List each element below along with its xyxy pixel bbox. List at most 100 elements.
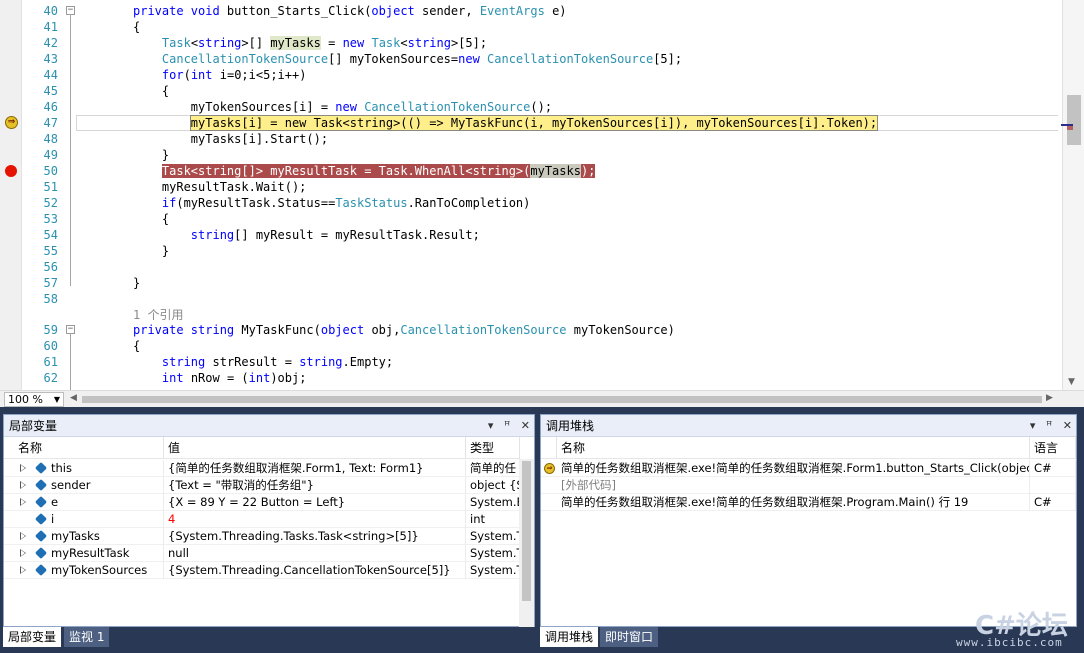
dropdown-icon[interactable]: ▾ [1030, 415, 1036, 437]
line-number: 48 [43, 132, 58, 146]
code-line[interactable]: 44 for(int i=0;i<5;i++) [22, 67, 1058, 83]
dropdown-icon[interactable]: ▾ [488, 415, 494, 437]
code-line[interactable]: 61 string strResult = string.Empty; [22, 354, 1058, 370]
zoom-select[interactable]: 100 % ▼ [4, 392, 64, 407]
tab-locals[interactable]: 局部变量 [3, 627, 62, 647]
code-line[interactable]: 54 string[] myResult = myResultTask.Resu… [22, 227, 1058, 243]
code-area[interactable]: 40− private void button_Starts_Click(obje… [22, 0, 1058, 390]
frame-name: 简单的任务数组取消框架.exe!简单的任务数组取消框架.Program.Main… [557, 494, 1030, 511]
current-statement-arrow-icon[interactable]: ⇒ [5, 116, 18, 129]
scroll-right-icon[interactable]: ▶ [1046, 393, 1053, 403]
code-token: int [190, 68, 213, 82]
pin-icon[interactable]: ꟸ [504, 415, 510, 437]
col-name[interactable]: 名称 [4, 437, 164, 459]
variable-value[interactable]: {X = 89 Y = 22 Button = Left} [164, 494, 466, 511]
code-token: myResultTask.Wait(); [133, 180, 307, 194]
locals-scrollbar[interactable] [519, 459, 534, 627]
variable-value[interactable]: null [164, 545, 466, 562]
variable-value[interactable]: 4 [164, 511, 466, 528]
line-number: 41 [43, 20, 58, 34]
code-line[interactable]: 50 Task<string[]> myResultTask = Task.Wh… [22, 163, 1058, 179]
current-frame-arrow-icon: ⇒ [544, 463, 555, 474]
locals-row[interactable]: this {简单的任务数组取消框架.Form1, Text: Form1} 简单的任 [4, 460, 520, 477]
code-line[interactable]: 43 CancellationTokenSource[] myTokenSour… [22, 51, 1058, 67]
code-line[interactable]: 53 { [22, 211, 1058, 227]
locals-row[interactable]: myTokenSources {System.Threading.Cancella… [4, 562, 520, 579]
code-text: { [133, 83, 169, 99]
code-line[interactable]: 57} [22, 275, 1058, 291]
code-token: string [299, 355, 343, 369]
variable-type: 简单的任 [466, 460, 520, 477]
tab-watch-1[interactable]: 监视 1 [64, 627, 110, 647]
code-token: nRow = ( [183, 371, 249, 385]
locals-row[interactable]: sender {Text = "带取消的任务组"} object {S [4, 477, 520, 494]
col-value[interactable]: 值 [164, 437, 466, 459]
line-number: 57 [43, 276, 58, 290]
scroll-thumb[interactable] [1067, 95, 1081, 145]
callstack-frame[interactable]: [外部代码] [541, 477, 1076, 494]
code-line[interactable]: 60 { [22, 338, 1058, 354]
variable-value[interactable]: {System.Threading.Tasks.Task<string>[5]} [164, 528, 466, 545]
code-line[interactable]: 41 { [22, 19, 1058, 35]
code-line[interactable]: 40− private void button_Starts_Click(obje… [22, 3, 1058, 19]
pin-icon[interactable]: ꟸ [1046, 415, 1052, 437]
code-token: Task [161, 36, 191, 50]
horizontal-scroll-thumb[interactable] [82, 396, 1042, 403]
col-language[interactable]: 语言 [1030, 437, 1076, 459]
code-line[interactable]: 62 int nRow = (int)obj; [22, 370, 1058, 386]
locals-row[interactable]: myTasks {System.Threading.Tasks.Task<stri… [4, 528, 520, 545]
locals-row[interactable]: myResultTask null System.T [4, 545, 520, 562]
code-token: .Empty; [342, 355, 394, 369]
code-line[interactable]: 58 [22, 291, 1058, 307]
variable-value[interactable]: {Text = "带取消的任务组"} [164, 477, 466, 494]
locals-row[interactable]: e {X = 89 Y = 22 Button = Left} System.E [4, 494, 520, 511]
editor-vertical-scrollbar[interactable]: ▼ [1061, 0, 1084, 390]
code-line[interactable]: 48 myTasks[i].Start(); [22, 131, 1058, 147]
code-line[interactable]: 55 } [22, 243, 1058, 259]
code-line[interactable]: 49 } [22, 147, 1058, 163]
callstack-frame[interactable]: ⇒ 简单的任务数组取消框架.exe!简单的任务数组取消框架.Form1.butto… [541, 460, 1076, 477]
col-name[interactable]: 名称 [557, 437, 1030, 459]
code-token: [] myTokenSources= [328, 52, 459, 66]
code-line[interactable]: 45 { [22, 83, 1058, 99]
scroll-down-icon[interactable]: ▼ [1068, 377, 1075, 387]
close-icon[interactable]: ✕ [521, 415, 530, 437]
code-line[interactable]: 1 个引用 [22, 307, 1058, 323]
code-line[interactable]: 56 [22, 259, 1058, 275]
locals-title-text: 局部变量 [9, 419, 58, 433]
code-token: int [248, 371, 271, 385]
tab-callstack[interactable]: 调用堆栈 [540, 627, 599, 647]
scroll-thumb[interactable] [522, 461, 531, 601]
code-token: CancellationTokenSource [400, 323, 567, 337]
variable-value[interactable]: {System.Threading.CancellationTokenSourc… [164, 562, 466, 579]
code-line[interactable]: 42 Task<string>[] myTasks = new Task<str… [22, 35, 1058, 51]
line-number: 51 [43, 180, 58, 194]
code-line[interactable]: 47 myTasks[i] = new Task<string>(() => M… [22, 115, 1058, 131]
code-token: myTokenSources[i] = [133, 100, 336, 114]
code-text: string strResult = string.Empty; [133, 354, 393, 370]
locals-row[interactable]: i 4 int [4, 511, 520, 528]
fold-guide [70, 333, 71, 390]
code-editor[interactable]: ⇒ 40− private void button_Starts_Click(ob… [0, 0, 1084, 407]
code-line[interactable]: 52 if(myResultTask.Status==TaskStatus.Ra… [22, 195, 1058, 211]
variable-value[interactable]: {简单的任务数组取消框架.Form1, Text: Form1} [164, 460, 466, 477]
code-line[interactable]: 59− private string MyTaskFunc(object obj,… [22, 322, 1058, 338]
code-token: strResult = [205, 355, 300, 369]
variable-type: System.T [466, 528, 520, 545]
close-icon[interactable]: ✕ [1063, 415, 1072, 437]
code-token: private void [133, 4, 227, 18]
breakpoint-icon[interactable] [5, 165, 17, 177]
code-text: string[] myResult = myResultTask.Result; [133, 227, 480, 243]
line-number: 42 [43, 36, 58, 50]
code-line[interactable]: 46 myTokenSources[i] = new CancellationT… [22, 99, 1058, 115]
scroll-left-icon[interactable]: ◀ [70, 393, 77, 403]
col-type[interactable]: 类型 [466, 437, 520, 459]
code-line[interactable]: 51 myResultTask.Wait(); [22, 179, 1058, 195]
tab-immediate[interactable]: 即时窗口 [600, 627, 659, 647]
indicator-margin[interactable]: ⇒ [0, 0, 22, 390]
code-token: string [190, 228, 235, 242]
variable-type: int [466, 511, 520, 528]
callstack-frame[interactable]: 简单的任务数组取消框架.exe!简单的任务数组取消框架.Program.Main… [541, 494, 1076, 511]
